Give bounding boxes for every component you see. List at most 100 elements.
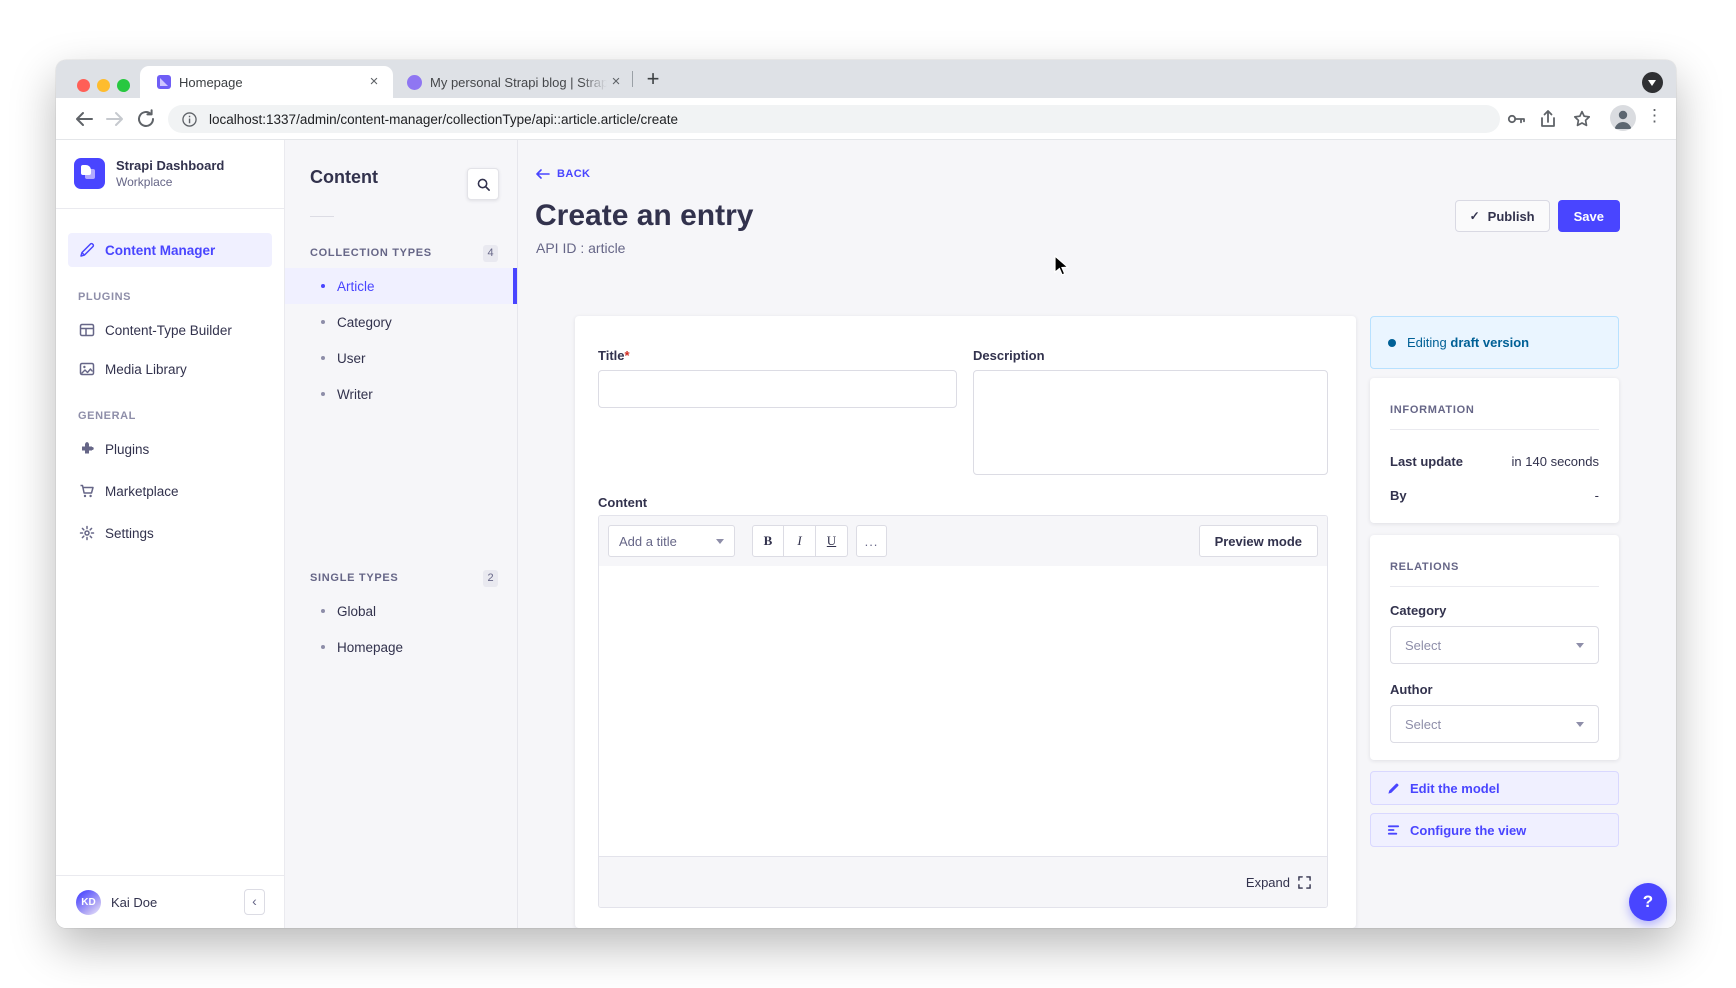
back-label: BACK xyxy=(557,168,590,180)
strapi-app: Strapi Dashboard Workplace Content Manag… xyxy=(56,140,1676,928)
browser-tabstrip: Homepage × My personal Strapi blog | Str… xyxy=(56,60,1676,98)
collection-types-list: Article Category User Writer xyxy=(285,268,517,412)
sidebar-item-content-manager[interactable]: Content Manager xyxy=(68,233,272,267)
sidebar-item-label: Plugins xyxy=(105,442,149,457)
last-update-row: Last update in 140 seconds xyxy=(1390,454,1599,469)
share-icon[interactable] xyxy=(1536,107,1560,131)
subnav-item-category[interactable]: Category xyxy=(285,304,517,340)
section-count-badge: 4 xyxy=(483,245,498,262)
required-asterisk: * xyxy=(625,348,630,363)
configure-view-button[interactable]: Configure the view xyxy=(1370,813,1619,847)
edit-model-button[interactable]: Edit the model xyxy=(1370,771,1619,805)
forward-nav-icon[interactable] xyxy=(103,107,127,131)
browser-profile-avatar[interactable] xyxy=(1610,105,1636,131)
format-button-group: B I U xyxy=(752,525,848,557)
relations-card: RELATIONS Category Select Author Select xyxy=(1370,535,1619,760)
browser-window: Homepage × My personal Strapi blog | Str… xyxy=(56,60,1676,928)
editor-toolbar: Add a title B I U ... Prev xyxy=(599,516,1327,566)
preview-mode-button[interactable]: Preview mode xyxy=(1199,525,1318,557)
author-label: Author xyxy=(1390,682,1599,697)
sidebar-item-marketplace[interactable]: Marketplace xyxy=(68,474,272,508)
italic-button[interactable]: I xyxy=(784,525,816,557)
single-types-header: SINGLE TYPES 2 xyxy=(285,569,517,587)
user-avatar[interactable]: KD xyxy=(76,890,101,915)
bookmark-star-icon[interactable] xyxy=(1570,107,1594,131)
editor-textarea[interactable] xyxy=(599,566,1327,856)
underline-button[interactable]: U xyxy=(816,525,848,557)
back-link[interactable]: BACK xyxy=(536,168,590,180)
address-bar[interactable]: localhost:1337/admin/content-manager/col… xyxy=(168,105,1500,133)
browser-menu-icon[interactable]: ⋮ xyxy=(1646,106,1662,126)
status-dot-icon xyxy=(1388,339,1396,347)
bullet-icon xyxy=(321,645,325,649)
subnav-item-label: Article xyxy=(337,279,375,294)
brand-block[interactable]: Strapi Dashboard Workplace xyxy=(56,140,284,209)
last-update-label: Last update xyxy=(1390,454,1463,469)
pencil-icon xyxy=(1387,782,1400,795)
sidebar-item-media-library[interactable]: Media Library xyxy=(68,352,272,386)
password-key-icon[interactable] xyxy=(1504,107,1528,131)
side-panel: Editing draft version INFORMATION Last u… xyxy=(1370,316,1619,928)
save-button[interactable]: Save xyxy=(1558,200,1620,232)
tab-search-button[interactable] xyxy=(1642,72,1663,93)
minimize-window-button[interactable] xyxy=(97,79,110,92)
heading-select-value: Add a title xyxy=(619,534,677,549)
heading-select[interactable]: Add a title xyxy=(608,525,735,557)
subnav-item-homepage[interactable]: Homepage xyxy=(285,629,517,665)
single-types-list: Global Homepage xyxy=(285,593,517,665)
subnav-item-user[interactable]: User xyxy=(285,340,517,376)
subnav-title: Content xyxy=(310,167,378,188)
header-actions: ✓ Publish Save xyxy=(1455,200,1620,232)
sidebar-item-settings[interactable]: Settings xyxy=(68,516,272,550)
pen-icon xyxy=(78,242,95,259)
zoom-window-button[interactable] xyxy=(117,79,130,92)
author-select[interactable]: Select xyxy=(1390,705,1599,743)
category-select[interactable]: Select xyxy=(1390,626,1599,664)
subnav-item-global[interactable]: Global xyxy=(285,593,517,629)
close-window-button[interactable] xyxy=(77,79,90,92)
bullet-icon xyxy=(321,356,325,360)
sidebar-footer: KD Kai Doe ‹ xyxy=(56,875,284,928)
back-nav-icon[interactable] xyxy=(72,107,96,131)
draft-emphasis: draft version xyxy=(1450,335,1529,350)
section-count-badge: 2 xyxy=(483,570,498,587)
search-button[interactable] xyxy=(467,168,499,200)
information-label: INFORMATION xyxy=(1390,404,1599,416)
sidebar-item-plugins[interactable]: Plugins xyxy=(68,432,272,466)
sidebar-menu: Content Manager PLUGINS Content-Type Bui… xyxy=(56,209,284,550)
tab-homepage[interactable]: Homepage × xyxy=(140,66,393,98)
draft-status-text: Editing draft version xyxy=(1407,335,1529,350)
gear-icon xyxy=(78,525,95,542)
sidebar-item-label: Marketplace xyxy=(105,484,179,499)
tab-strapi-blog[interactable]: My personal Strapi blog | Strap × xyxy=(393,66,631,98)
expand-label[interactable]: Expand xyxy=(1246,875,1290,890)
description-textarea[interactable] xyxy=(973,370,1328,475)
tab-divider xyxy=(632,71,633,87)
by-row: By - xyxy=(1390,488,1599,503)
blog-favicon-icon xyxy=(407,75,422,90)
api-id-subtitle: API ID : article xyxy=(536,240,625,256)
subnav-item-label: Homepage xyxy=(337,640,403,655)
sidebar-section-plugins: PLUGINS xyxy=(78,291,262,303)
bold-button[interactable]: B xyxy=(752,525,784,557)
sidebar-item-content-type-builder[interactable]: Content-Type Builder xyxy=(68,313,272,347)
more-formats-button[interactable]: ... xyxy=(856,525,887,557)
new-tab-button[interactable]: + xyxy=(638,65,668,95)
tab-close-icon[interactable]: × xyxy=(607,73,625,91)
mouse-cursor xyxy=(1053,255,1071,279)
bullet-icon xyxy=(321,284,325,288)
subnav-item-article[interactable]: Article xyxy=(285,268,517,304)
bullet-icon xyxy=(321,609,325,613)
tab-close-icon[interactable]: × xyxy=(365,73,383,91)
sidebar-section-general: GENERAL xyxy=(78,410,262,422)
site-info-icon[interactable] xyxy=(182,112,197,127)
subnav-item-writer[interactable]: Writer xyxy=(285,376,517,412)
title-input[interactable] xyxy=(598,370,957,408)
by-label: By xyxy=(1390,488,1407,503)
expand-icon[interactable] xyxy=(1298,876,1311,889)
help-button[interactable]: ? xyxy=(1629,883,1667,921)
collapse-sidebar-button[interactable]: ‹ xyxy=(244,889,265,915)
information-card: INFORMATION Last update in 140 seconds B… xyxy=(1370,378,1619,523)
publish-button[interactable]: ✓ Publish xyxy=(1455,200,1550,232)
reload-icon[interactable] xyxy=(134,107,158,131)
